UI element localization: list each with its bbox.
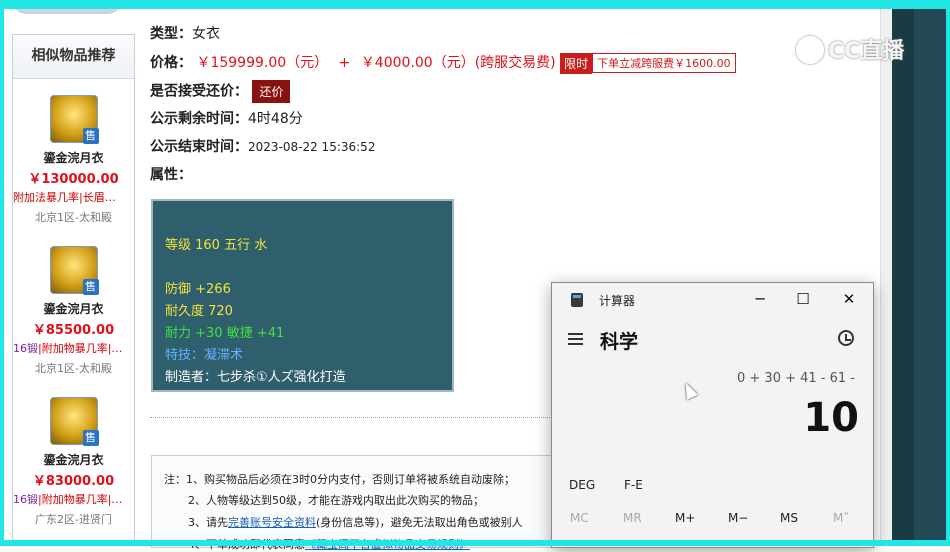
security-info-link[interactable]: 完善账号安全资料 [228, 516, 316, 529]
similar-item[interactable]: 售 鎏金浣月衣 ￥130000.00 附加法暴几率|长眉… 北京1区-太和殿 [13, 95, 134, 225]
note-4: 4、下单成功即代表同意《藏宝阁平台虚拟物品交易规则》 [188, 538, 470, 551]
end-time: 2023-08-22 15:36:52 [248, 140, 376, 154]
maximize-button[interactable]: ☐ [792, 289, 814, 309]
item-name[interactable]: 鎏金浣月衣 [13, 149, 134, 166]
item-server: 广东2区-进贤门 [35, 513, 112, 526]
item-name[interactable]: 鎏金浣月衣 [13, 300, 134, 317]
attr-level: 等级 160 五行 水 [165, 238, 268, 253]
stream-watermark: CC直播 [828, 39, 905, 64]
item-attributes: 16锻|附加物暴几率|… [13, 342, 123, 355]
item-name[interactable]: 鎏金浣月衣 [13, 451, 134, 468]
end-time-row: 公示结束时间：2023-08-22 15:36:52 [150, 139, 376, 155]
mc-button[interactable]: MC [570, 511, 589, 525]
trade-rules-link[interactable]: 《藏宝阁平台虚拟物品交易规则》 [305, 538, 470, 551]
note-3: 3、请先完善账号安全资料(身份信息等)，避免无法取出角色或被别人 [188, 516, 523, 529]
minimize-button[interactable]: ─ [749, 289, 771, 309]
item-image-cutoff [12, 0, 122, 14]
attributes-panel: 等级 160 五行 水 防御 +266 耐久度 720 耐力 +30 敏捷 +4… [151, 199, 454, 392]
item-price: ￥83000.00 [32, 474, 115, 489]
attr-durability: 耐久度 720 [165, 304, 233, 319]
item-server: 北京1区-太和殿 [35, 211, 112, 224]
close-button[interactable]: ✕ [838, 289, 860, 309]
note-1: 注：1、购买物品后必须在3时0分内支付，否则订单将被系统自动废除； [164, 473, 515, 486]
attr-defense: 防御 +266 [165, 282, 231, 297]
price-main: ￥159999.00（元） [196, 55, 329, 71]
cross-server-fee: ￥4000.00（元）(跨服交易费) [360, 55, 556, 71]
item-price: ￥85500.00 [32, 323, 115, 338]
type-row: 类型：女衣 [150, 26, 220, 42]
menu-icon[interactable] [568, 333, 583, 348]
similar-item[interactable]: 售 鎏金浣月衣 ￥85500.00 16锻|附加物暴几率|… 北京1区-太和殿 [13, 246, 134, 376]
discount-badge: 下单立减跨服费￥1600.00 [592, 53, 736, 73]
sell-badge: 售 [82, 128, 99, 144]
m-minus-button[interactable]: M− [728, 511, 748, 525]
calculator-result: 10 [803, 395, 859, 441]
calculator-title: 计算器 [599, 294, 636, 308]
fe-button[interactable]: F-E [624, 478, 643, 492]
divider [150, 417, 570, 418]
bargain-button[interactable]: 还价 [252, 80, 291, 103]
remaining-time-row: 公示剩余时间：4时48分 [150, 111, 303, 127]
deg-button[interactable]: DEG [569, 478, 595, 492]
attr-stats: 耐力 +30 敏捷 +41 [165, 326, 285, 341]
mr-button[interactable]: MR [623, 511, 642, 525]
sidebar-title: 相似物品推荐 [13, 35, 134, 79]
cc-logo-icon [796, 36, 824, 64]
armor-icon[interactable]: 售 [49, 246, 99, 295]
armor-icon[interactable]: 售 [49, 95, 99, 144]
similar-items-sidebar: 相似物品推荐 售 鎏金浣月衣 ￥130000.00 附加法暴几率|长眉… 北京1… [12, 34, 135, 546]
limited-time-badge: 限时 [560, 52, 593, 74]
m-plus-button[interactable]: M+ [675, 511, 695, 525]
calculator-expression: 0 + 30 + 41 - 61 - [737, 371, 855, 386]
bargain-row: 是否接受还价： 还价 [150, 80, 291, 103]
attr-skill: 特技：凝滞术 [165, 348, 244, 363]
remaining-time: 4时48分 [248, 111, 303, 127]
attributes-label: 属性： [150, 167, 192, 183]
sell-badge: 售 [82, 279, 99, 295]
note-2: 2、人物等级达到50级，才能在游戏内取出此次购买的物品； [188, 494, 484, 507]
item-attributes: 附加法暴几率|长眉… [13, 191, 116, 204]
calculator-app-icon [571, 293, 583, 307]
calculator-mode: 科学 [600, 331, 639, 353]
sell-badge: 售 [82, 430, 99, 446]
item-server: 北京1区-太和殿 [35, 362, 112, 375]
memory-list-button[interactable]: M˅ [833, 511, 849, 525]
history-icon[interactable] [838, 330, 854, 346]
attr-maker: 制造者：七步杀①人ズ强化打造 [165, 370, 346, 385]
calculator-titlebar[interactable]: 计算器 ─ ☐ ✕ [552, 283, 873, 315]
purchase-notes: 注：1、购买物品后必须在3时0分内支付，否则订单将被系统自动废除； 2、人物等级… [151, 455, 573, 551]
item-attributes: 16锻|附加物暴几率|… [13, 493, 123, 506]
price-row: 价格： ￥159999.00（元） + ￥4000.00（元）(跨服交易费) 限… [150, 52, 736, 74]
stream-side-panel [892, 0, 950, 546]
similar-item[interactable]: 售 鎏金浣月衣 ￥83000.00 16锻|附加物暴几率|… 广东2区-进贤门 [13, 397, 134, 527]
ms-button[interactable]: MS [780, 511, 798, 525]
calculator-window: 计算器 ─ ☐ ✕ 科学 0 + 30 + 41 - 61 - 10 DEG F… [551, 282, 874, 548]
armor-icon[interactable]: 售 [49, 397, 99, 446]
item-price: ￥130000.00 [28, 172, 119, 187]
